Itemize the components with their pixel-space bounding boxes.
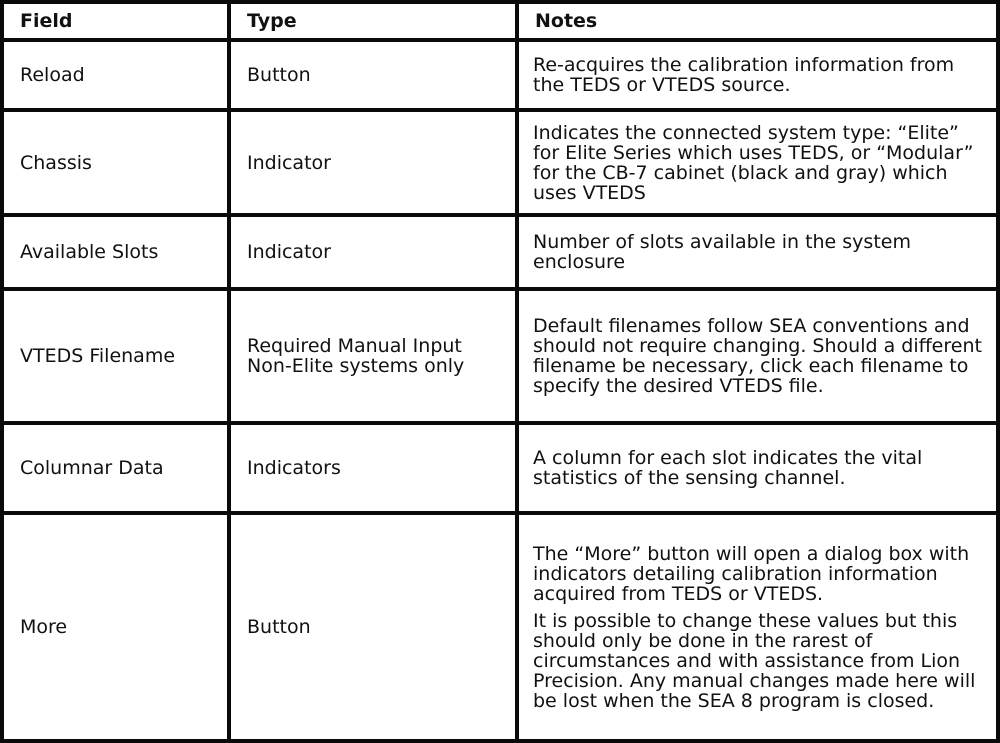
notes-paragraph: It is possible to change these values bu… [533,609,976,712]
header-type: Type [227,0,519,42]
table-row: VTEDS Filename Required Manual Input Non… [0,287,1000,425]
notes-paragraph: Number of slots available in the system … [533,231,911,273]
table-row: Available Slots Indicator Number of slot… [0,213,1000,291]
type-cell: Indicator [227,108,519,217]
notes-cell: The “More” button will open a dialog box… [515,511,1000,743]
header-field: Field [0,0,231,42]
table-row: Reload Button Re-acquires the calibratio… [0,38,1000,112]
notes-paragraph: Default filenames follow SEA conventions… [533,315,982,397]
notes-paragraph: The “More” button will open a dialog box… [533,542,970,605]
field-cell: Columnar Data [0,421,231,515]
notes-paragraph: Re-acquires the calibration information … [533,54,955,96]
type-line: Indicator [247,241,331,263]
notes-cell: Re-acquires the calibration information … [515,38,1000,112]
type-cell: Indicator [227,213,519,291]
field-cell: Available Slots [0,213,231,291]
type-cell: Required Manual Input Non-Elite systems … [227,287,519,425]
field-reference-table: Field Type Notes Reload Button Re-acquir… [0,0,1000,743]
type-cell: Indicators [227,421,519,515]
type-line: Indicator [247,151,331,174]
table-row: More Button The “More” button will open … [0,511,1000,743]
notes-cell: A column for each slot indicates the vit… [515,421,1000,515]
table-row: Columnar Data Indicators A column for ea… [0,421,1000,515]
notes-cell: Indicates the connected system type: “El… [515,108,1000,217]
header-row: Field Type Notes [0,0,1000,42]
type-line: Required Manual Input [247,335,462,357]
notes-paragraph: A column for each slot indicates the vit… [533,447,923,489]
type-cell: Button [227,38,519,112]
notes-paragraph: Indicates the connected system type: “El… [533,121,974,204]
notes-cell: Default filenames follow SEA conventions… [515,287,1000,425]
type-line: Indicators [247,457,341,479]
type-cell: Button [227,511,519,743]
notes-cell: Number of slots available in the system … [515,213,1000,291]
type-line: Non-Elite systems only [247,355,465,377]
type-line: Button [247,616,311,638]
type-line: Button [247,64,311,86]
field-cell: More [0,511,231,743]
header-notes: Notes [515,0,1000,42]
field-cell: Chassis [0,108,231,217]
field-cell: VTEDS Filename [0,287,231,425]
table-row: Chassis Indicator Indicates the connecte… [0,108,1000,217]
field-cell: Reload [0,38,231,112]
